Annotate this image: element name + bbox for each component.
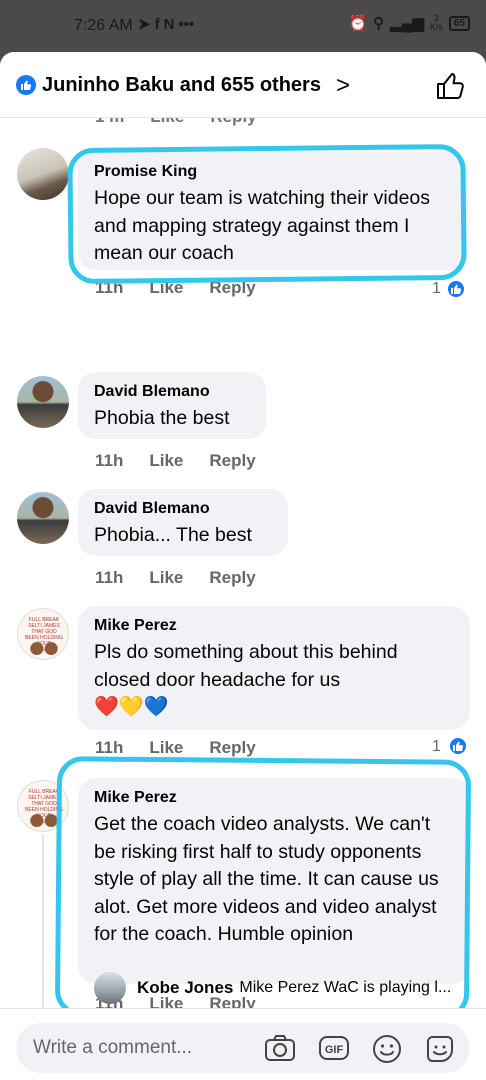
like-reaction-icon <box>446 279 466 299</box>
like-reaction-icon <box>448 736 468 756</box>
status-bar: 7:26 AM ➤ f N ••• ⏰ ⚲ ▂▄▆ 3 K/s 65 <box>0 0 486 52</box>
reactions-summary[interactable]: Juninho Baku and 655 others <box>42 74 321 97</box>
signal-icon: ▂▄▆ <box>390 15 424 32</box>
reply-thread-line <box>42 834 82 1008</box>
gif-icon[interactable]: GIF <box>318 1034 350 1067</box>
comment-author[interactable]: David Blemano <box>94 382 250 402</box>
reaction-count[interactable]: 1 <box>432 738 441 756</box>
comment-input-placeholder: Write a comment... <box>33 1037 193 1058</box>
comment-bubble[interactable]: Promise King Hope our team is watching t… <box>78 152 468 270</box>
reply-snippet: Mike Perez WaC is playing l... <box>239 979 452 996</box>
avatar[interactable]: FULL BREAK SELTI JAMES THAT GOD BEEN HOL… <box>17 608 69 660</box>
reply-button[interactable]: Reply <box>209 278 255 298</box>
status-time: 7:26 AM <box>74 17 133 34</box>
comment-bubble[interactable]: David Blemano Phobia... The best <box>78 489 288 556</box>
emoji-hearts: ❤️💛💙 <box>94 696 169 718</box>
comment-bubble[interactable]: David Blemano Phobia the best <box>78 372 266 439</box>
comment-input[interactable]: Write a comment... GIF <box>16 1023 470 1073</box>
comment-actions: 11h Like Reply <box>95 451 282 471</box>
like-button[interactable]: Like <box>149 451 183 471</box>
comment-author[interactable]: Mike Perez <box>94 788 454 808</box>
status-system-icons: ⏰ ⚲ ▂▄▆ 3 K/s 65 <box>348 14 470 32</box>
status-notification-icons: ➤ f N ••• <box>138 15 195 34</box>
reply-button[interactable]: Reply <box>209 738 255 758</box>
reply-author[interactable]: Kobe Jones <box>137 978 233 998</box>
comment-actions: 11h Like Reply <box>95 568 282 588</box>
navigation-arrow-icon: ➤ <box>138 16 151 33</box>
network-speed: 3 K/s <box>429 13 443 32</box>
comment-time: 1 m <box>95 118 124 127</box>
like-reaction-icon <box>16 75 36 95</box>
thumbs-up-icon[interactable] <box>436 72 466 105</box>
reactions-header[interactable]: Juninho Baku and 655 others > <box>0 52 486 118</box>
comment-bubble[interactable]: Mike Perez Pls do something about this b… <box>78 606 470 730</box>
reply-button[interactable]: Reply <box>210 118 256 127</box>
svg-text:GIF: GIF <box>325 1044 344 1056</box>
comment-bubble[interactable]: Mike Perez Get the coach video analysts.… <box>78 778 470 984</box>
news-icon: N <box>163 15 175 33</box>
alarm-icon: ⏰ <box>348 15 368 32</box>
battery-level: 65 <box>448 15 470 31</box>
comment-composer-bar: Write a comment... GIF <box>0 1008 486 1080</box>
reaction-count[interactable]: 1 <box>432 280 441 298</box>
comment-author[interactable]: David Blemano <box>94 499 272 519</box>
avatar[interactable] <box>94 972 126 1004</box>
comment-author[interactable]: Promise King <box>94 162 452 182</box>
comment-text: Hope our team is watching their videos a… <box>94 187 431 264</box>
camera-icon[interactable] <box>264 1034 296 1067</box>
reply-preview[interactable]: Kobe Jones Mike Perez WaC is playing l..… <box>94 972 451 1004</box>
facebook-icon: f <box>154 15 160 33</box>
like-button[interactable]: Like <box>149 278 183 298</box>
reply-button[interactable]: Reply <box>209 568 255 588</box>
comment-actions: 11h Like Reply <box>95 278 282 298</box>
chevron-right-icon[interactable]: > <box>336 72 350 100</box>
avatar[interactable] <box>17 148 69 200</box>
comments-sheet: Juninho Baku and 655 others > 1 m Like R… <box>0 52 486 1080</box>
avatar[interactable]: FULL BREAK SELTI JAMES THAT GOD BEEN HOL… <box>17 780 69 832</box>
avatar[interactable] <box>17 376 69 428</box>
comment-time: 11h <box>95 451 124 470</box>
comment-text: Pls do something about this behind close… <box>94 641 398 691</box>
comment-actions: 11h Like Reply <box>95 738 282 758</box>
previous-comment-actions: 1 m Like Reply <box>95 118 283 127</box>
like-button[interactable]: Like <box>149 738 183 758</box>
location-icon: ⚲ <box>373 15 385 32</box>
comment-time: 11h <box>95 278 124 297</box>
more-dots-icon: ••• <box>178 15 195 33</box>
avatar[interactable] <box>17 492 69 544</box>
comment-time: 11h <box>95 738 124 757</box>
comment-text: Get the coach video analysts. We can't b… <box>94 813 439 945</box>
comment-time: 11h <box>95 568 124 587</box>
emoji-icon[interactable] <box>372 1034 402 1069</box>
comment-author[interactable]: Mike Perez <box>94 616 454 636</box>
comment-text: Phobia... The best <box>94 524 252 546</box>
like-button[interactable]: Like <box>150 118 184 127</box>
sticker-icon[interactable] <box>424 1034 456 1069</box>
comment-text: Phobia the best <box>94 407 230 429</box>
reply-button[interactable]: Reply <box>209 451 255 471</box>
comments-list[interactable]: 1 m Like Reply Promise King Hope our tea… <box>0 118 486 1008</box>
like-button[interactable]: Like <box>149 568 183 588</box>
